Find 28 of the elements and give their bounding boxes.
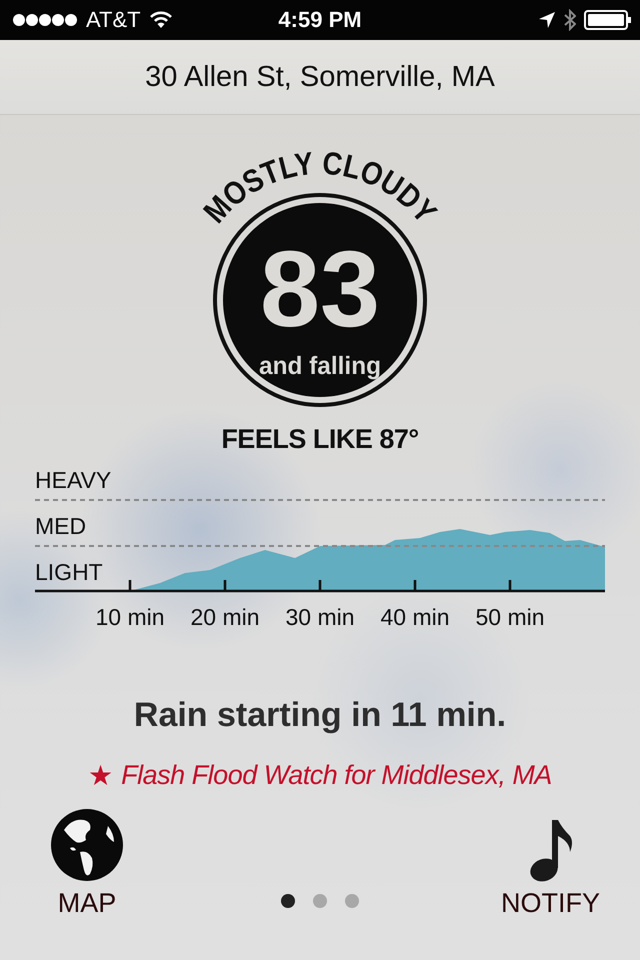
carrier-label: AT&T xyxy=(86,7,141,33)
bluetooth-icon xyxy=(564,9,576,31)
intensity-label: LIGHT xyxy=(35,559,103,585)
page-dot[interactable] xyxy=(313,894,327,908)
page-dot[interactable] xyxy=(345,894,359,908)
intensity-label: HEAVY xyxy=(35,467,112,493)
time-tick-label: 50 min xyxy=(475,604,545,630)
wifi-icon xyxy=(148,11,173,29)
page-dot[interactable] xyxy=(281,894,295,908)
forecast-text: Rain starting in 11 min. xyxy=(134,696,506,735)
time-tick-label: 10 min xyxy=(95,604,165,630)
signal-icon xyxy=(12,13,78,27)
time-tick-label: 30 min xyxy=(285,604,355,630)
map-button[interactable]: MAP xyxy=(50,808,124,919)
star-icon: ★ xyxy=(88,759,114,792)
globe-icon xyxy=(50,808,124,882)
location-arrow-icon xyxy=(538,11,556,29)
time-tick-label: 20 min xyxy=(190,604,260,630)
time-tick-label: 40 min xyxy=(380,604,450,630)
notify-button[interactable]: NOTIFY xyxy=(501,808,600,919)
trend-label: and falling xyxy=(259,352,384,380)
clock-time: 4:59 PM xyxy=(278,7,362,33)
location-title: 30 Allen St, Somerville, MA xyxy=(145,60,495,94)
battery-icon xyxy=(584,9,632,31)
intensity-label: MED xyxy=(35,513,86,539)
alert-link[interactable]: Flash Flood Watch for Middlesex, MA xyxy=(121,760,552,791)
temperature-value: 83 xyxy=(260,228,380,349)
feels-like-label: FEELS LIKE 87° xyxy=(221,424,419,455)
